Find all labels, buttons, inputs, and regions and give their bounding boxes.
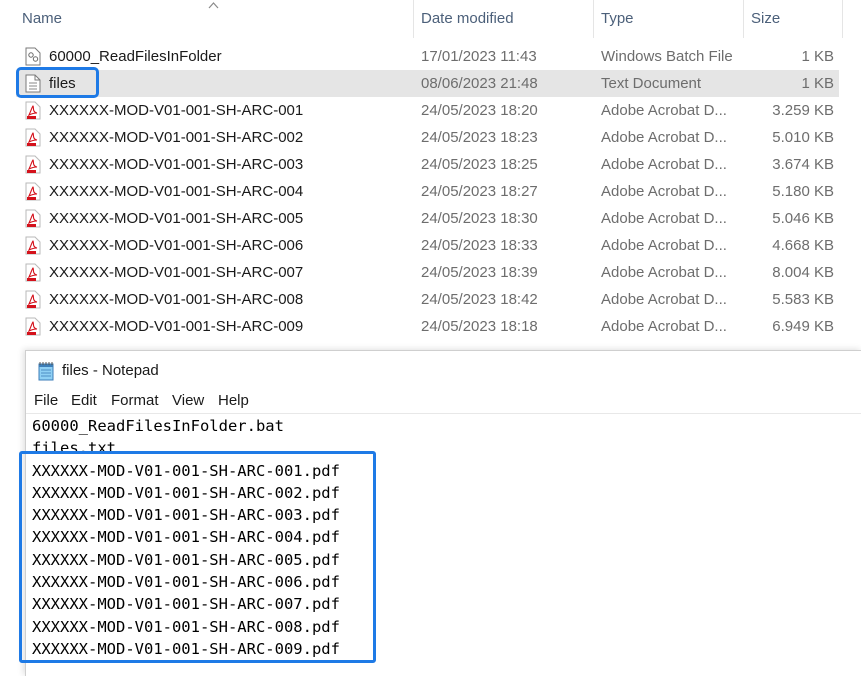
menu-format[interactable]: Format bbox=[111, 389, 159, 413]
text-line: 60000_ReadFilesInFolder.bat bbox=[32, 417, 284, 435]
file-row[interactable]: XXXXXX-MOD-V01-001-SH-ARC-003 24/05/2023 … bbox=[16, 151, 839, 178]
file-date-modified: 17/01/2023 11:43 bbox=[421, 48, 537, 65]
file-name: XXXXXX-MOD-V01-001-SH-ARC-001 bbox=[49, 102, 304, 119]
file-date-modified: 08/06/2023 21:48 bbox=[421, 75, 538, 92]
column-divider[interactable] bbox=[743, 0, 744, 38]
file-size: 3.259 KB bbox=[772, 102, 834, 119]
menu-file[interactable]: File bbox=[34, 389, 58, 413]
pdf-file-icon bbox=[25, 101, 41, 120]
file-size: 8.004 KB bbox=[772, 264, 834, 281]
pdf-file-icon bbox=[25, 236, 41, 255]
file-row[interactable]: files 08/06/2023 21:48 Text Document 1 KB bbox=[16, 70, 839, 97]
notepad-title: files - Notepad bbox=[62, 362, 159, 379]
file-name: XXXXXX-MOD-V01-001-SH-ARC-003 bbox=[49, 156, 304, 173]
file-size: 5.046 KB bbox=[772, 210, 834, 227]
column-header-date[interactable]: Date modified bbox=[421, 0, 514, 38]
file-date-modified: 24/05/2023 18:42 bbox=[421, 291, 538, 308]
file-type: Adobe Acrobat D... bbox=[601, 264, 727, 281]
file-row[interactable]: XXXXXX-MOD-V01-001-SH-ARC-009 24/05/2023 … bbox=[16, 313, 839, 340]
pdf-file-icon bbox=[25, 317, 41, 336]
file-type: Windows Batch File bbox=[601, 48, 733, 65]
file-size: 1 KB bbox=[801, 75, 834, 92]
column-divider[interactable] bbox=[842, 0, 843, 38]
column-header-name[interactable]: Name bbox=[22, 0, 62, 38]
column-divider[interactable] bbox=[593, 0, 594, 38]
file-name: XXXXXX-MOD-V01-001-SH-ARC-009 bbox=[49, 318, 304, 335]
file-size: 4.668 KB bbox=[772, 237, 834, 254]
file-type: Adobe Acrobat D... bbox=[601, 183, 727, 200]
column-header-type[interactable]: Type bbox=[601, 0, 634, 38]
file-size: 5.010 KB bbox=[772, 129, 834, 146]
menu-view[interactable]: View bbox=[172, 389, 204, 413]
file-size: 5.583 KB bbox=[772, 291, 834, 308]
file-row[interactable]: XXXXXX-MOD-V01-001-SH-ARC-001 24/05/2023 … bbox=[16, 97, 839, 124]
file-date-modified: 24/05/2023 18:27 bbox=[421, 183, 538, 200]
file-size: 6.949 KB bbox=[772, 318, 834, 335]
file-date-modified: 24/05/2023 18:33 bbox=[421, 237, 538, 254]
file-date-modified: 24/05/2023 18:39 bbox=[421, 264, 538, 281]
file-name: 60000_ReadFilesInFolder bbox=[49, 48, 222, 65]
file-date-modified: 24/05/2023 18:23 bbox=[421, 129, 538, 146]
file-type: Adobe Acrobat D... bbox=[601, 156, 727, 173]
file-size: 1 KB bbox=[801, 48, 834, 65]
file-date-modified: 24/05/2023 18:25 bbox=[421, 156, 538, 173]
menu-help[interactable]: Help bbox=[218, 389, 249, 413]
column-header-size[interactable]: Size bbox=[751, 0, 780, 38]
batch-file-icon bbox=[25, 47, 41, 66]
file-type: Adobe Acrobat D... bbox=[601, 102, 727, 119]
file-type: Text Document bbox=[601, 75, 702, 92]
file-name: XXXXXX-MOD-V01-001-SH-ARC-002 bbox=[49, 129, 304, 146]
file-date-modified: 24/05/2023 18:20 bbox=[421, 102, 538, 119]
file-size: 5.180 KB bbox=[772, 183, 834, 200]
pdf-file-icon bbox=[25, 128, 41, 147]
pdf-file-icon bbox=[25, 182, 41, 201]
pdf-file-icon bbox=[25, 290, 41, 309]
file-type: Adobe Acrobat D... bbox=[601, 291, 727, 308]
notepad-icon bbox=[38, 362, 54, 381]
column-header-row: Name Date modified Type Size bbox=[0, 0, 861, 38]
file-name: XXXXXX-MOD-V01-001-SH-ARC-005 bbox=[49, 210, 304, 227]
file-row[interactable]: XXXXXX-MOD-V01-001-SH-ARC-008 24/05/2023 … bbox=[16, 286, 839, 313]
file-row[interactable]: XXXXXX-MOD-V01-001-SH-ARC-006 24/05/2023 … bbox=[16, 232, 839, 259]
file-type: Adobe Acrobat D... bbox=[601, 237, 727, 254]
pdf-lines-highlight-box bbox=[19, 451, 376, 663]
file-size: 3.674 KB bbox=[772, 156, 834, 173]
file-date-modified: 24/05/2023 18:18 bbox=[421, 318, 538, 335]
pdf-file-icon bbox=[25, 155, 41, 174]
file-row[interactable]: XXXXXX-MOD-V01-001-SH-ARC-005 24/05/2023 … bbox=[16, 205, 839, 232]
file-name: XXXXXX-MOD-V01-001-SH-ARC-007 bbox=[49, 264, 304, 281]
file-explorer-list: Name Date modified Type Size 60000_ReadF… bbox=[0, 0, 861, 345]
file-date-modified: 24/05/2023 18:30 bbox=[421, 210, 538, 227]
file-row[interactable]: 60000_ReadFilesInFolder 17/01/2023 11:43 W… bbox=[16, 43, 839, 70]
files-highlight-box bbox=[16, 67, 99, 98]
file-row[interactable]: XXXXXX-MOD-V01-001-SH-ARC-002 24/05/2023 … bbox=[16, 124, 839, 151]
column-divider[interactable] bbox=[413, 0, 414, 38]
menu-divider bbox=[26, 413, 861, 414]
pdf-file-icon bbox=[25, 209, 41, 228]
file-name: XXXXXX-MOD-V01-001-SH-ARC-006 bbox=[49, 237, 304, 254]
file-type: Adobe Acrobat D... bbox=[601, 129, 727, 146]
file-row[interactable]: XXXXXX-MOD-V01-001-SH-ARC-004 24/05/2023 … bbox=[16, 178, 839, 205]
menu-edit[interactable]: Edit bbox=[71, 389, 97, 413]
file-name: XXXXXX-MOD-V01-001-SH-ARC-004 bbox=[49, 183, 304, 200]
file-name: XXXXXX-MOD-V01-001-SH-ARC-008 bbox=[49, 291, 304, 308]
file-type: Adobe Acrobat D... bbox=[601, 318, 727, 335]
file-type: Adobe Acrobat D... bbox=[601, 210, 727, 227]
sort-ascending-icon bbox=[208, 2, 219, 9]
pdf-file-icon bbox=[25, 263, 41, 282]
file-row[interactable]: XXXXXX-MOD-V01-001-SH-ARC-007 24/05/2023 … bbox=[16, 259, 839, 286]
